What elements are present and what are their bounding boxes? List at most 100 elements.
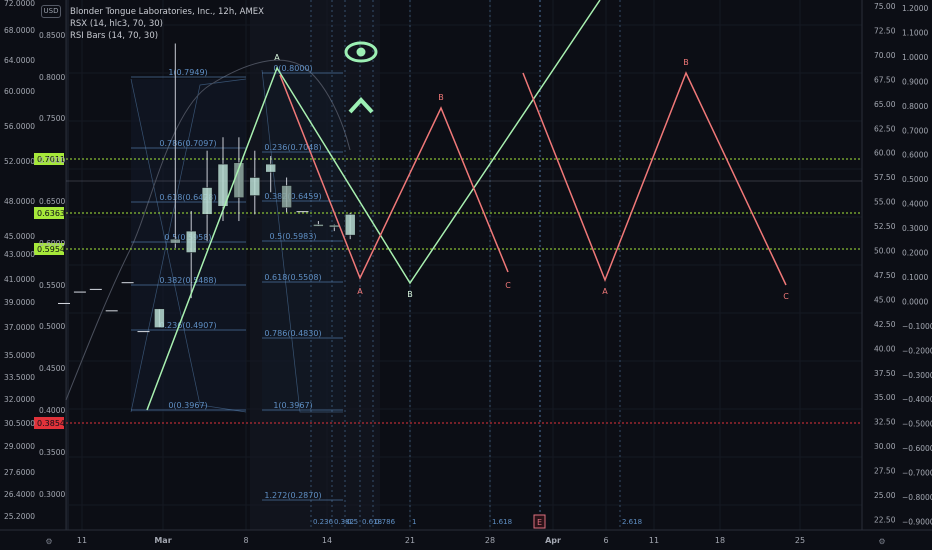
x-axis-tick: 14 [322, 536, 332, 545]
x-axis-tick: Mar [154, 536, 171, 545]
x-axis-tick: 25 [795, 536, 805, 545]
fib-level-label: 0.236(0.4907) [159, 321, 216, 330]
right-axis-tick: 32.50 [874, 418, 896, 427]
pattern-point-label: B [407, 290, 413, 299]
eye-icon-pupil [356, 47, 366, 57]
candle-body [249, 177, 261, 196]
right-axis-tick: 60.00 [874, 149, 896, 158]
fib-level-label: 0.382(0.6459) [264, 192, 321, 201]
x-axis-tick: Apr [545, 536, 561, 545]
fib-level-label: 0.236(0.7048) [264, 143, 321, 152]
right-axis-tick: 40.00 [874, 344, 896, 353]
left-axis-tick: 60.0000 [4, 87, 35, 96]
left-axis-tick: 32.0000 [4, 395, 35, 404]
price-chart[interactable]: 1(0.7949)0.786(0.7097)0.618(0.6428)0.5(0… [0, 0, 932, 550]
right-axis-tick: 27.50 [874, 467, 896, 476]
price-label-text: 0.3854 [37, 419, 65, 428]
time-fib-label: 0.5 [347, 518, 358, 526]
fib-level-label: 0.382(0.5488) [159, 276, 216, 285]
left-axis-tick: 39.0000 [4, 298, 35, 307]
left-axis-tick: 64.0000 [4, 56, 35, 65]
settings-right-icon[interactable]: ⚙ [877, 537, 887, 547]
pattern-point-label: A [357, 287, 363, 296]
right-axis-2-tick: 0.1000 [902, 273, 928, 282]
fib-level-label: 0(0.3967) [168, 401, 207, 410]
fib-level-label: 0.786(0.4830) [264, 329, 321, 338]
right-axis-tick: 52.50 [874, 222, 896, 231]
right-axis-2-tick: −0.7000 [902, 469, 932, 478]
right-axis-2-tick: 1.2000 [902, 4, 928, 13]
candle-body [201, 187, 213, 215]
left-axis-tick: 56.0000 [4, 122, 35, 131]
fib-level-label: 1(0.3967) [273, 401, 312, 410]
candle-body [281, 185, 292, 208]
right-axis-2-tick: −0.5000 [902, 420, 932, 429]
right-axis-tick: 47.50 [874, 271, 896, 280]
right-axis-2-tick: 0.6000 [902, 151, 928, 160]
right-axis-tick: 25.00 [874, 491, 896, 500]
right-axis-2-tick: 0.5000 [902, 175, 928, 184]
legend-rsx[interactable]: RSX (14, hlc3, 70, 30) [70, 18, 264, 30]
fib-level-label: 0.786(0.7097) [159, 139, 216, 148]
candle-body [170, 238, 181, 244]
left-axis-tick: 52.0000 [4, 157, 35, 166]
x-axis-tick: 8 [243, 536, 248, 545]
left-axis-tick: 30.5000 [4, 419, 35, 428]
right-axis-2-tick: −0.4000 [902, 395, 932, 404]
price-label-text: 0.6363 [37, 209, 65, 218]
time-fib-label: 0.786 [375, 518, 396, 526]
legend-rsi-bars[interactable]: RSI Bars (14, 70, 30) [70, 30, 264, 42]
left-axis-tick: 68.0000 [4, 26, 35, 35]
time-fib-label: 1 [412, 518, 416, 526]
right-axis-2-tick: 0.8000 [902, 102, 928, 111]
right-axis-2-tick: 0.2000 [902, 249, 928, 258]
legend-symbol[interactable]: Blonder Tongue Laboratories, Inc., 12h, … [70, 6, 264, 18]
left-axis-tick: 37.0000 [4, 323, 35, 332]
right-axis-2-tick: −0.2000 [902, 346, 932, 355]
right-axis-tick: 67.50 [874, 75, 896, 84]
right-axis-tick: 70.00 [874, 51, 896, 60]
x-axis-tick: 6 [603, 536, 608, 545]
fib-level-label: 0.618(0.5508) [264, 273, 321, 282]
inner-axis-tick: 0.8000 [39, 73, 65, 82]
settings-left-icon[interactable]: ⚙ [44, 537, 54, 547]
left-axis-tick: 72.0000 [4, 0, 35, 8]
inner-axis-tick: 0.7500 [39, 114, 65, 123]
event-marker-label: E [537, 518, 542, 527]
fib-level-label: 0.5(0.5983) [270, 232, 317, 241]
left-axis-tick: 43.0000 [4, 250, 35, 259]
right-axis-tick: 72.50 [874, 26, 896, 35]
candle-body [265, 163, 276, 173]
right-axis-tick: 22.50 [874, 515, 896, 524]
right-axis-tick: 57.50 [874, 173, 896, 182]
left-axis-tick: 33.5000 [4, 373, 35, 382]
fib-level-label: 1.272(0.2870) [264, 491, 321, 500]
right-axis-tick: 55.00 [874, 198, 896, 207]
time-fib-label: 0.236 [313, 518, 334, 526]
left-axis-tick: 29.0000 [4, 442, 35, 451]
candle-body [329, 224, 340, 228]
candle-body [185, 230, 197, 253]
x-axis-tick: 11 [649, 536, 659, 545]
inner-axis-tick: 0.3000 [39, 490, 65, 499]
pattern-point-label: B [683, 58, 689, 67]
inner-axis-tick: 0.6000 [39, 239, 65, 248]
right-axis-tick: 42.50 [874, 320, 896, 329]
time-fib-label: 2.618 [622, 518, 642, 526]
x-axis-tick: 21 [405, 536, 415, 545]
inner-axis-tick: 0.4500 [39, 364, 65, 373]
right-axis-2-tick: −0.6000 [902, 444, 932, 453]
time-fib-label: 1.618 [492, 518, 512, 526]
pattern-point-label: C [505, 281, 511, 290]
left-axis-tick: 25.2000 [4, 512, 35, 521]
inner-axis-tick: 0.3500 [39, 448, 65, 457]
right-axis-2-tick: −0.9000 [902, 517, 932, 526]
right-axis-2-tick: 1.0000 [902, 53, 928, 62]
left-axis-tick: 41.0000 [4, 275, 35, 284]
candle-body [313, 224, 324, 227]
pattern-point-label: C [783, 292, 789, 301]
right-axis-2-tick: 0.0000 [902, 297, 928, 306]
right-axis-2-tick: −0.3000 [902, 371, 932, 380]
candle-body [344, 214, 356, 236]
currency-button[interactable]: USD [41, 5, 61, 18]
